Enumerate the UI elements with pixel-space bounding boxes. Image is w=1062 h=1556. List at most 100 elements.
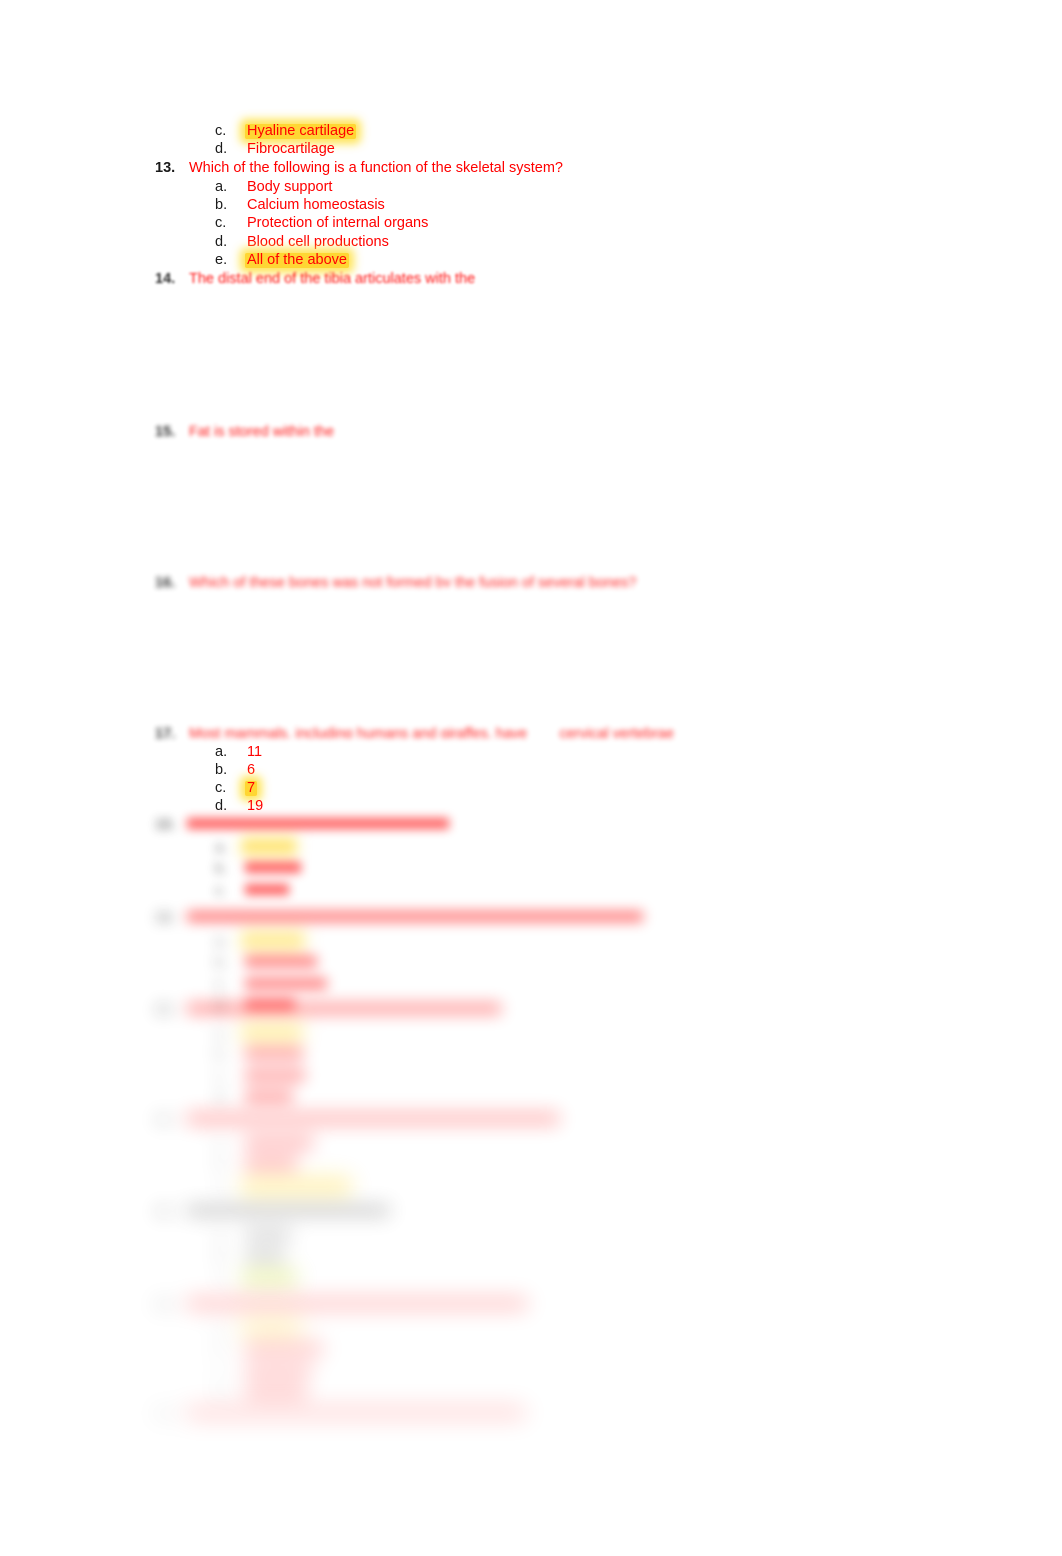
option-row[interactable]: b.	[215, 1250, 1062, 1265]
option-marker: c.	[215, 882, 227, 899]
question-row-17: 17. Most mammals, including humans and g…	[155, 727, 1062, 738]
option-marker: a.	[215, 933, 228, 950]
option-marker: d.	[215, 798, 228, 814]
question-text	[187, 911, 643, 922]
question-number: 24.	[155, 1406, 176, 1422]
option-text: 6	[247, 762, 256, 778]
option-row[interactable]: c.	[215, 1069, 1062, 1085]
question-text	[187, 1003, 501, 1014]
option-text	[245, 1158, 297, 1169]
question-row-17-clipped: 17. Most mammals, including humans and g…	[0, 727, 1062, 738]
option-row[interactable]: c. 7	[215, 781, 258, 796]
option-text: 11	[247, 744, 263, 760]
option-row[interactable]: b.	[215, 1158, 1062, 1173]
option-text: Protection of internal organs	[247, 215, 429, 231]
option-row[interactable]: a. Body support	[215, 180, 334, 195]
option-text	[245, 1048, 303, 1059]
option-row[interactable]: b.	[215, 956, 1062, 971]
question-row-13: 13. Which of the following is a function…	[155, 161, 565, 176]
question-row-21: 21.	[155, 1113, 1062, 1128]
option-row[interactable]: e. All of the above	[215, 253, 349, 268]
option-text	[245, 840, 293, 852]
option-marker: d.	[215, 1090, 228, 1106]
option-row[interactable]: a.	[215, 1135, 1062, 1152]
question-number: 14.	[155, 272, 176, 283]
question-number: 23.	[155, 1297, 176, 1313]
option-text: Calcium homeostasis	[247, 197, 385, 213]
option-marker: a.	[215, 839, 228, 856]
option-marker: b.	[215, 955, 228, 971]
option-marker: e.	[215, 252, 228, 268]
option-text	[245, 1343, 323, 1354]
option-text	[245, 1136, 313, 1148]
option-marker: b.	[215, 1157, 228, 1173]
question-text	[187, 818, 449, 829]
option-marker: b.	[215, 1249, 228, 1265]
question-row-22: 22.	[155, 1205, 1062, 1220]
option-marker: b.	[215, 861, 228, 877]
option-marker: b.	[215, 1342, 228, 1358]
question-row-16-clipped: 16. Which of these bones was not formed …	[0, 576, 1062, 587]
option-text	[245, 1271, 293, 1283]
option-row[interactable]: a.	[215, 1227, 1062, 1244]
question-text: Which of these bones was not formed by t…	[189, 576, 637, 587]
option-row[interactable]: d.	[215, 1386, 1062, 1401]
option-row[interactable]: a.	[215, 839, 1062, 856]
option-row[interactable]: c.	[215, 1179, 1062, 1197]
option-row[interactable]: c.	[215, 882, 1062, 899]
option-row[interactable]: b. Calcium homeostasis	[215, 198, 387, 213]
option-row[interactable]: c. Protection of internal organs	[215, 216, 430, 231]
option-row[interactable]: c.	[215, 976, 1062, 993]
option-text	[245, 1091, 293, 1102]
option-text	[245, 1069, 305, 1081]
option-row[interactable]: d. Blood cell productions	[215, 235, 391, 250]
option-row[interactable]: a.	[215, 1321, 1062, 1337]
option-marker: b.	[215, 1047, 228, 1063]
option-marker: c.	[215, 1180, 227, 1197]
question-group-19: 19. a. b. c. d.	[0, 911, 1062, 1014]
option-text: All of the above	[245, 252, 349, 268]
document-page: c. Hyaline cartilage d. Fibrocartilage 1…	[0, 0, 1062, 1556]
question-group-22: 22. a. b. c.	[0, 1205, 1062, 1286]
question-row-19: 19.	[155, 911, 1062, 926]
option-row[interactable]: c. Hyaline cartilage	[215, 124, 357, 139]
option-marker: d.	[215, 234, 228, 250]
question-number: 20.	[155, 1002, 176, 1018]
option-row[interactable]: c.	[215, 1271, 1062, 1287]
option-marker: a.	[215, 744, 228, 760]
option-row[interactable]: d.	[215, 1091, 1062, 1106]
question-row-24: 24.	[155, 1407, 1062, 1422]
option-text: Body support	[247, 179, 333, 195]
option-row[interactable]: a.	[215, 1026, 1062, 1042]
question-group-20: 20. a. b. c. d.	[0, 1003, 1062, 1106]
option-row[interactable]: b.	[215, 1048, 1062, 1063]
question-number: 21.	[155, 1112, 176, 1128]
option-text: Blood cell productions	[247, 234, 389, 250]
question-text: The distal end of the tibia articulates …	[189, 272, 476, 283]
option-text	[245, 977, 327, 989]
option-marker: a.	[215, 1135, 228, 1152]
option-row[interactable]: b. 6	[215, 763, 257, 778]
option-row[interactable]: a.	[215, 933, 1062, 950]
question-number: 13.	[155, 160, 176, 176]
question-text	[187, 1205, 389, 1216]
question-group-23: 23. a. b. c. d.	[0, 1298, 1062, 1401]
question-row-15: 15. Fat is stored within the	[155, 425, 1062, 436]
option-row[interactable]: d. 19	[215, 799, 265, 814]
question-number: 17.	[155, 727, 176, 738]
option-marker: c.	[215, 976, 227, 993]
option-row[interactable]: d. Fibrocartilage	[215, 142, 337, 157]
option-row[interactable]: b.	[215, 1343, 1062, 1358]
option-text	[245, 883, 289, 895]
option-row[interactable]: b.	[215, 862, 1062, 877]
option-marker: a.	[215, 1227, 228, 1244]
question-row-23: 23.	[155, 1298, 1062, 1313]
question-row-14-clipped: 14. The distal end of the tibia articula…	[0, 272, 1062, 283]
option-text: Fibrocartilage	[247, 141, 335, 157]
question-number: 19.	[155, 910, 176, 926]
option-row[interactable]: a. 11	[215, 745, 264, 760]
option-row[interactable]: c.	[215, 1363, 1062, 1380]
option-marker: b.	[215, 762, 228, 778]
option-marker: c.	[215, 1363, 227, 1380]
question-number: 18.	[155, 817, 176, 833]
